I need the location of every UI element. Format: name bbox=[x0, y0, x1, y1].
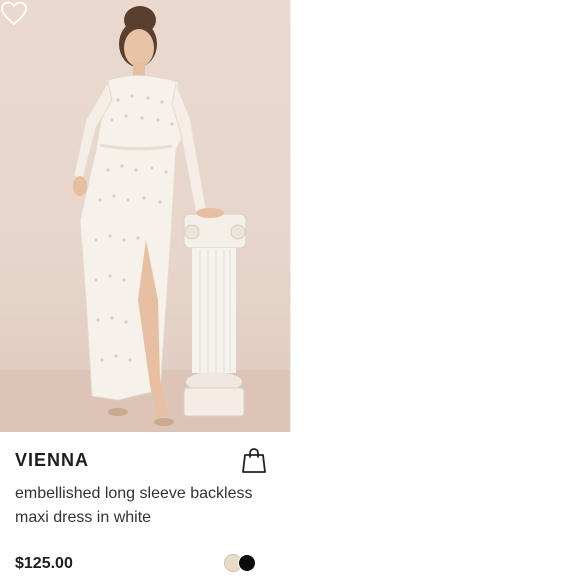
shopping-bag-icon[interactable] bbox=[241, 446, 267, 474]
product-card[interactable]: VIENNA embellished long sleeve backless … bbox=[0, 0, 290, 580]
product-title[interactable]: embellished long sleeve backless maxi dr… bbox=[15, 482, 285, 530]
pillar bbox=[183, 213, 247, 417]
swatch-black[interactable] bbox=[238, 554, 256, 572]
product-brand[interactable]: VIENNA bbox=[15, 450, 89, 471]
heart-outline-icon[interactable] bbox=[0, 0, 28, 26]
product-image[interactable] bbox=[0, 0, 290, 432]
card-divider bbox=[290, 0, 291, 432]
model-photo-illustration bbox=[0, 6, 290, 432]
color-swatches bbox=[224, 554, 264, 574]
product-price: $125.00 bbox=[15, 555, 73, 572]
